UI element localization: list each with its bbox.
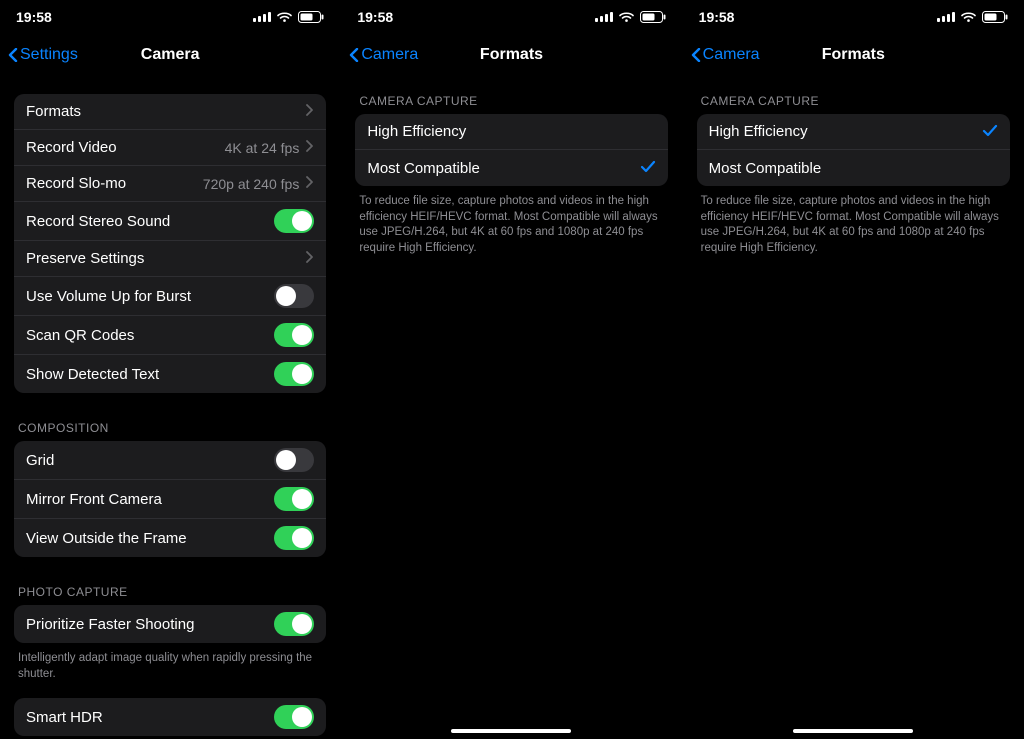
chevron-left-icon [349,44,359,66]
battery-icon [982,11,1008,23]
page-title: Formats [480,46,543,64]
row-label: Smart HDR [26,709,274,726]
chevron-right-icon [305,140,314,156]
status-bar: 19:58 [341,0,681,34]
group-header-photo-capture: PHOTO CAPTURE [14,585,326,605]
chevron-left-icon [691,44,701,66]
page-title: Camera [141,46,200,64]
row-label: Grid [26,452,274,469]
row-label: Prioritize Faster Shooting [26,616,274,633]
row-label: Show Detected Text [26,366,274,383]
toggle-smart-hdr[interactable] [274,705,314,729]
row-volume-burst[interactable]: Use Volume Up for Burst [14,277,326,316]
signal-icon [595,11,613,23]
toggle-mirror-front[interactable] [274,487,314,511]
row-grid[interactable]: Grid [14,441,326,480]
row-label: Scan QR Codes [26,327,274,344]
group-header-composition: COMPOSITION [14,421,326,441]
nav-bar: Settings Camera [0,34,340,76]
toggle-stereo-sound[interactable] [274,209,314,233]
row-record-slomo[interactable]: Record Slo-mo 720p at 240 fps [14,166,326,202]
check-icon [982,122,998,142]
footer-camera-capture: To reduce file size, capture photos and … [697,186,1010,256]
row-prioritize-faster[interactable]: Prioritize Faster Shooting [14,605,326,643]
row-label: Record Stereo Sound [26,213,274,230]
row-label: Most Compatible [367,160,639,177]
row-stereo-sound[interactable]: Record Stereo Sound [14,202,326,241]
group-header-camera-capture: CAMERA CAPTURE [697,94,1010,114]
row-label: Mirror Front Camera [26,491,274,508]
row-smart-hdr[interactable]: Smart HDR [14,698,326,736]
row-high-efficiency[interactable]: High Efficiency [355,114,667,150]
battery-icon [640,11,666,23]
back-button[interactable]: Camera [683,44,760,66]
back-label: Camera [703,46,760,64]
status-time: 19:58 [16,9,52,25]
wifi-icon [961,11,976,23]
row-detail: 720p at 240 fps [203,176,300,192]
row-detected-text[interactable]: Show Detected Text [14,355,326,393]
wifi-icon [619,11,634,23]
check-icon [640,158,656,178]
row-label: View Outside the Frame [26,530,274,547]
back-button[interactable]: Camera [341,44,418,66]
toggle-outside-frame[interactable] [274,526,314,550]
toggle-volume-burst[interactable] [274,284,314,308]
chevron-right-icon [305,251,314,267]
back-label: Settings [20,46,78,64]
toggle-grid[interactable] [274,448,314,472]
status-time: 19:58 [699,9,735,25]
nav-bar: Camera Formats [341,34,681,76]
row-record-video[interactable]: Record Video 4K at 24 fps [14,130,326,166]
page-title: Formats [822,46,885,64]
signal-icon [253,11,271,23]
group-header-camera-capture: CAMERA CAPTURE [355,94,667,114]
status-time: 19:58 [357,9,393,25]
row-most-compatible[interactable]: Most Compatible [697,150,1010,186]
home-indicator[interactable] [451,729,571,733]
toggle-scan-qr[interactable] [274,323,314,347]
row-label: Preserve Settings [26,250,305,267]
row-preserve-settings[interactable]: Preserve Settings [14,241,326,277]
phone-camera-settings: 19:58 Settings Camera Formats [0,0,341,739]
phone-formats-most-compatible: 19:58 Camera Formats CAMERA CAPTURE High… [341,0,682,739]
row-label: High Efficiency [709,123,982,140]
phone-formats-high-efficiency: 19:58 Camera Formats CAMERA CAPTURE High… [683,0,1024,739]
status-bar: 19:58 [683,0,1024,34]
row-outside-frame[interactable]: View Outside the Frame [14,519,326,557]
row-label: Most Compatible [709,160,998,177]
chevron-right-icon [305,104,314,120]
row-label: Record Slo-mo [26,175,203,192]
home-indicator[interactable] [793,729,913,733]
row-label: Record Video [26,139,225,156]
row-most-compatible[interactable]: Most Compatible [355,150,667,186]
row-high-efficiency[interactable]: High Efficiency [697,114,1010,150]
row-scan-qr[interactable]: Scan QR Codes [14,316,326,355]
battery-icon [298,11,324,23]
row-label: High Efficiency [367,123,655,140]
chevron-left-icon [8,44,18,66]
row-detail: 4K at 24 fps [225,140,300,156]
chevron-right-icon [305,176,314,192]
toggle-detected-text[interactable] [274,362,314,386]
status-bar: 19:58 [0,0,340,34]
row-formats[interactable]: Formats [14,94,326,130]
toggle-prioritize-faster[interactable] [274,612,314,636]
wifi-icon [277,11,292,23]
signal-icon [937,11,955,23]
row-mirror-front[interactable]: Mirror Front Camera [14,480,326,519]
footer-prioritize: Intelligently adapt image quality when r… [14,643,326,682]
row-label: Formats [26,103,305,120]
back-button[interactable]: Settings [0,44,78,66]
back-label: Camera [361,46,418,64]
footer-camera-capture: To reduce file size, capture photos and … [355,186,667,256]
nav-bar: Camera Formats [683,34,1024,76]
row-label: Use Volume Up for Burst [26,288,274,305]
